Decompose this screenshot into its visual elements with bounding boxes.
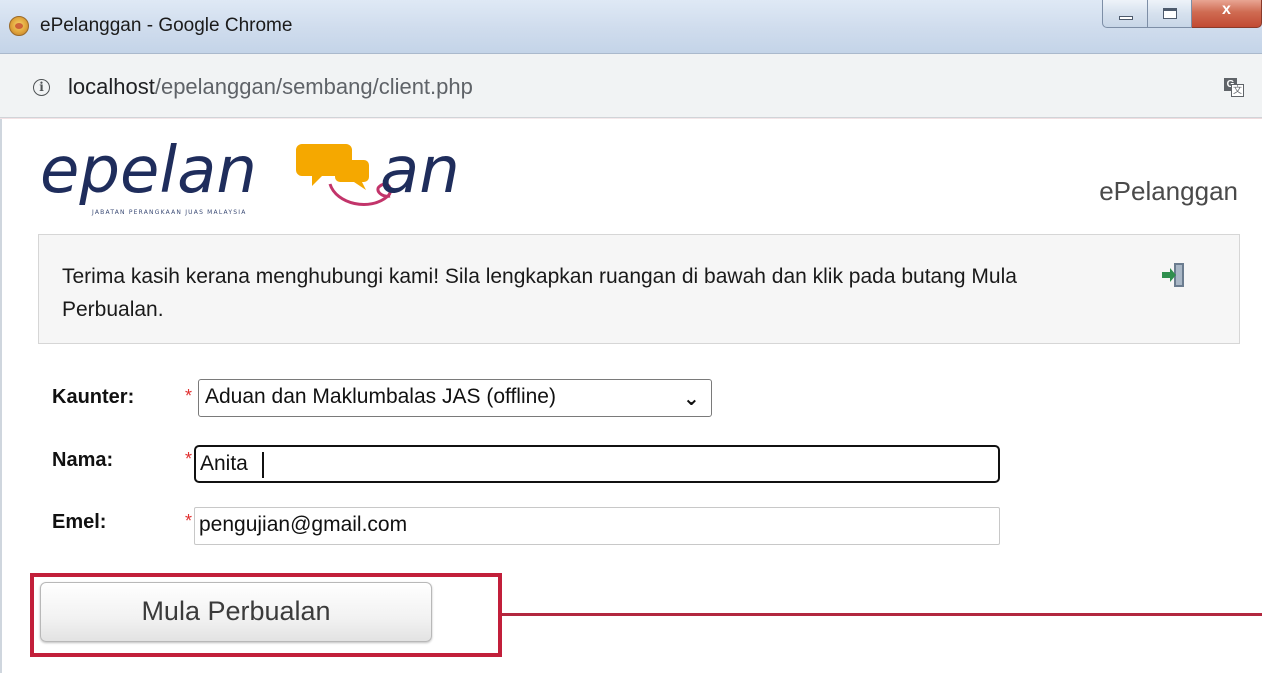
translate-icon[interactable]: G文 — [1224, 78, 1246, 98]
browser-window: ePelanggan - Google Chrome x i localhost… — [0, 0, 1262, 673]
brand-label: ePelanggan — [1099, 176, 1238, 206]
app-seal-icon — [9, 16, 29, 36]
info-icon[interactable]: i — [33, 79, 50, 96]
page-edge — [0, 119, 2, 673]
email-required-mark: * — [185, 511, 193, 531]
minimize-icon — [1119, 16, 1133, 20]
counter-select[interactable]: Aduan dan Maklumbalas JAS (offline) — [198, 379, 712, 417]
url-path: /epelanggan/sembang/client.php — [154, 74, 473, 99]
counter-required-mark: * — [185, 386, 193, 406]
close-button[interactable]: x — [1192, 0, 1262, 28]
email-field-value: pengujian@gmail.com — [199, 513, 408, 536]
epelanggan-logo: epelan an JABATAN PERANGKAAN JUAS MALAYS… — [40, 134, 470, 220]
name-field[interactable]: Anita — [194, 445, 1000, 483]
annotation-connector-line — [502, 613, 1262, 616]
logout-icon[interactable] — [1160, 261, 1188, 289]
text-caret — [262, 452, 264, 478]
logo-graphic: epelan an JABATAN PERANGKAAN JUAS MALAYS… — [40, 134, 460, 216]
url-host: localhost — [68, 74, 155, 99]
logo-bubble-small — [335, 160, 369, 190]
name-field-value: Anita — [200, 452, 248, 475]
counter-select-value: Aduan dan Maklumbalas JAS (offline) — [205, 385, 556, 408]
url-text[interactable]: localhost/epelanggan/sembang/client.php — [68, 74, 473, 100]
window-title: ePelanggan - Google Chrome — [40, 15, 293, 36]
logo-wordmark-start: epelan — [40, 134, 257, 208]
email-field[interactable]: pengujian@gmail.com — [194, 507, 1000, 545]
logo-tagline: JABATAN PERANGKAAN JUAS MALAYSIA — [91, 209, 247, 216]
window-controls: x — [1102, 0, 1262, 30]
maximize-icon — [1163, 8, 1177, 19]
close-icon: x — [1222, 1, 1231, 18]
notice-text: Terima kasih kerana menghubungi kami! Si… — [62, 265, 1017, 321]
chevron-down-icon[interactable]: ⌄ — [683, 386, 700, 411]
name-label: Nama: — [52, 449, 114, 471]
annotation-highlight-box — [30, 573, 502, 657]
maximize-button[interactable] — [1148, 0, 1192, 28]
minimize-button[interactable] — [1102, 0, 1148, 28]
logo-wordmark-end: an — [380, 134, 460, 208]
title-bar: ePelanggan - Google Chrome x — [0, 0, 1262, 54]
name-required-mark: * — [185, 449, 193, 469]
counter-label: Kaunter: — [52, 386, 135, 408]
email-label: Emel: — [52, 511, 107, 533]
